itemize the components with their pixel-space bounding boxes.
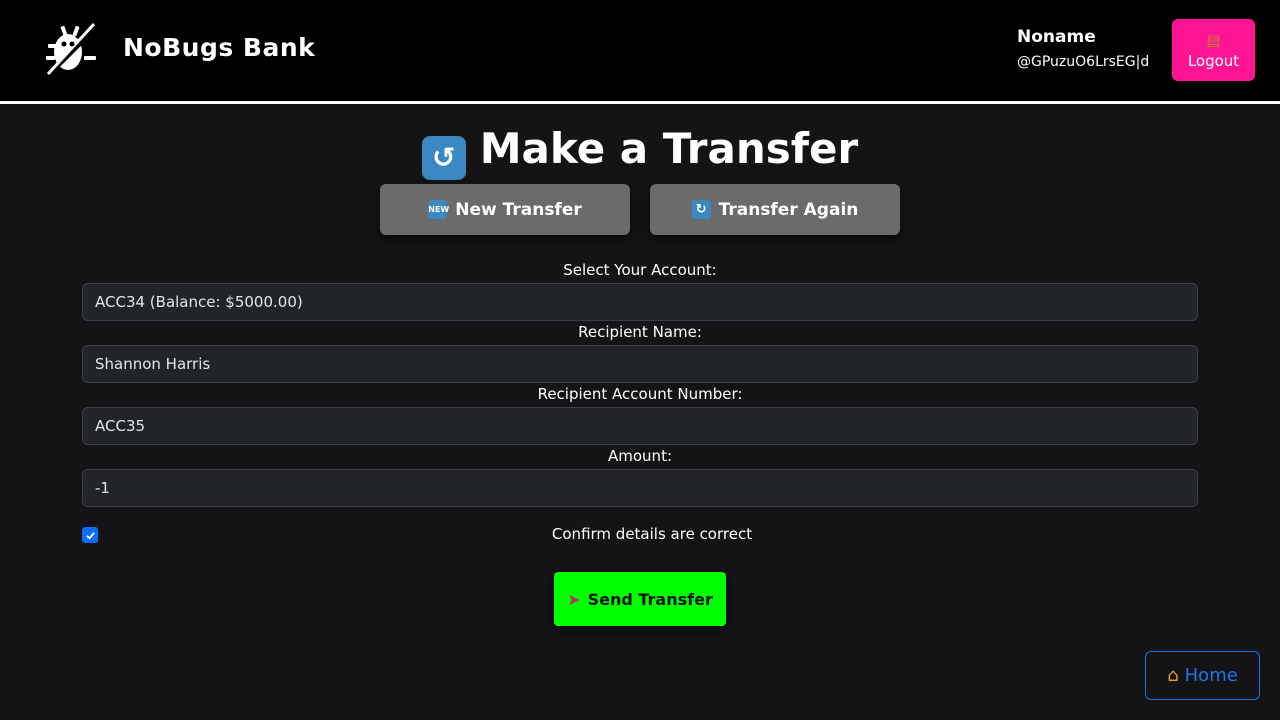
transfer-again-label: Transfer Again	[718, 199, 859, 220]
counterclockwise-arrows-icon: ↺	[421, 136, 466, 180]
page-title: ↺ Make a Transfer	[0, 124, 1280, 180]
recipient-name-field[interactable]	[82, 345, 1198, 383]
top-header: NoBugs Bank Noname @GPuzuO6LrsEG|d ▤ Log…	[0, 0, 1280, 101]
amount-field[interactable]	[82, 469, 1198, 507]
recipient-account-label: Recipient Account Number:	[537, 385, 743, 403]
logout-button[interactable]: ▤ Logout	[1172, 19, 1255, 81]
user-handle: @GPuzuO6LrsEG|d	[1017, 54, 1150, 70]
transfer-again-button[interactable]: ↻ Transfer Again	[650, 184, 900, 235]
logout-label: Logout	[1187, 51, 1240, 70]
bug-logo-icon[interactable]	[44, 22, 98, 76]
account-select[interactable]	[82, 283, 1198, 321]
repeat-icon: ↻	[691, 200, 711, 219]
send-transfer-button[interactable]: ➤ Send Transfer	[554, 572, 726, 626]
user-name: Noname	[1017, 27, 1096, 47]
home-button[interactable]: ⌂ Home	[1145, 651, 1260, 700]
confirm-label: Confirm details are correct	[551, 525, 753, 543]
header-divider	[0, 101, 1280, 104]
home-label: Home	[1184, 665, 1238, 686]
rocket-icon: ➤	[567, 589, 581, 609]
brand-name: NoBugs Bank	[123, 33, 316, 62]
new-icon: NEW	[428, 200, 449, 219]
new-transfer-button[interactable]: NEW New Transfer	[380, 184, 630, 235]
house-icon: ⌂	[1167, 665, 1179, 686]
page-title-text: Make a Transfer	[479, 124, 859, 173]
amount-label: Amount:	[608, 447, 672, 465]
recipient-account-field[interactable]	[82, 407, 1198, 445]
send-transfer-label: Send Transfer	[587, 589, 713, 609]
recipient-name-label: Recipient Name:	[578, 323, 702, 341]
door-icon: ▤	[1206, 30, 1221, 49]
account-select-label: Select Your Account:	[563, 261, 717, 279]
new-transfer-label: New Transfer	[455, 199, 582, 220]
